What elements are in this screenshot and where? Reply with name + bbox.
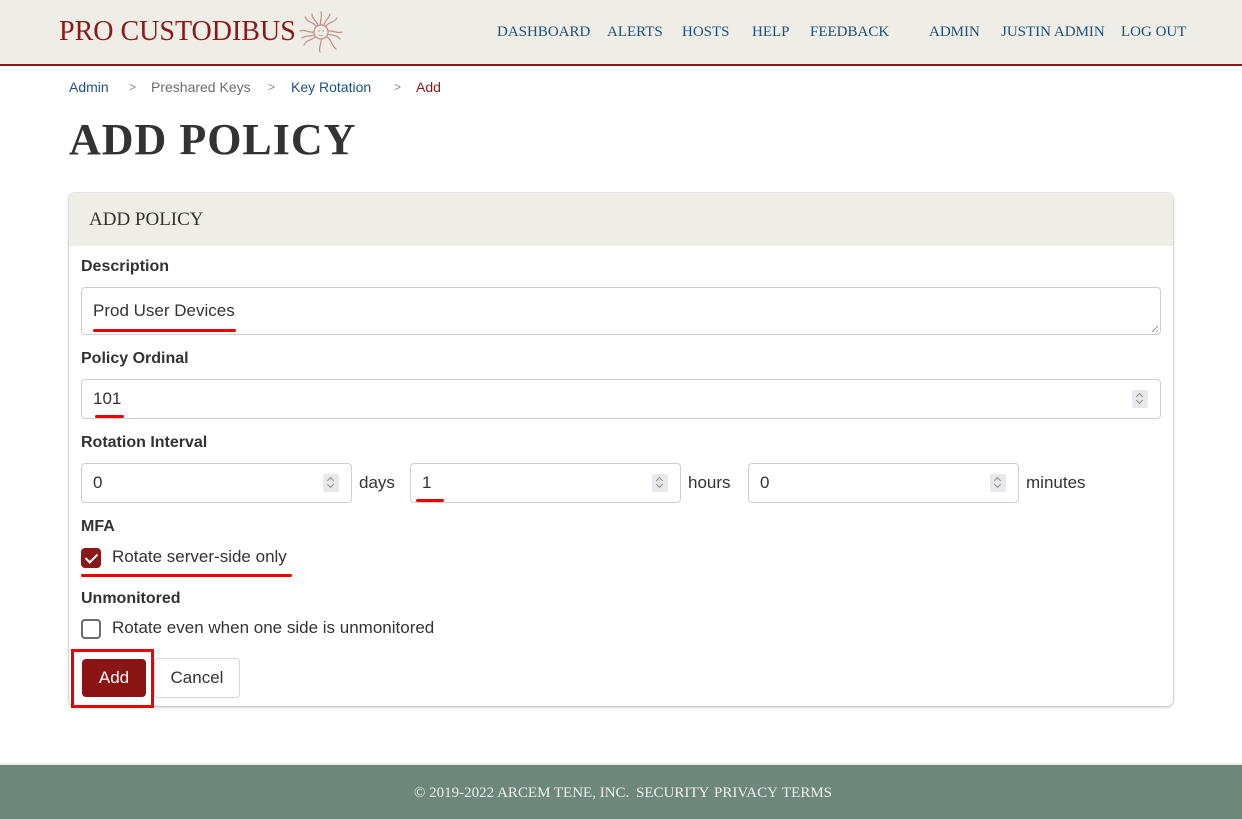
nav-user-profile[interactable]: JUSTIN ADMIN bbox=[1001, 21, 1105, 43]
card-title: ADD POLICY bbox=[89, 209, 204, 230]
days-value: 0 bbox=[93, 473, 103, 492]
footer-link-terms[interactable]: TERMS bbox=[782, 782, 832, 804]
description-value: Prod User Devices bbox=[93, 301, 235, 320]
nav-hosts[interactable]: HOSTS bbox=[682, 21, 730, 43]
policy-ordinal-value: 101 bbox=[93, 389, 122, 408]
breadcrumb-admin[interactable]: Admin bbox=[69, 77, 109, 97]
breadcrumb-preshared-keys: Preshared Keys bbox=[151, 79, 251, 95]
hours-value: 1 bbox=[422, 473, 432, 492]
minutes-value: 0 bbox=[760, 473, 770, 492]
nav-help[interactable]: HELP bbox=[752, 21, 790, 43]
description-label: Description bbox=[81, 258, 170, 275]
footer-link-security[interactable]: SECURITY bbox=[636, 782, 709, 804]
number-spinner[interactable] bbox=[323, 474, 339, 492]
policy-ordinal-label: Policy Ordinal bbox=[81, 350, 189, 367]
nav-feedback[interactable]: FEEDBACK bbox=[810, 21, 889, 43]
hours-input[interactable]: 1 bbox=[410, 463, 681, 503]
top-navbar: PRO CUSTODIBUS DASHBOARD ALERTS HOSTS HE… bbox=[0, 0, 1242, 66]
days-unit-label: days bbox=[359, 473, 395, 492]
breadcrumb-separator: > bbox=[268, 80, 276, 94]
breadcrumb-separator: > bbox=[129, 80, 137, 94]
mfa-checkbox[interactable] bbox=[81, 548, 101, 568]
mfa-label: MFA bbox=[81, 518, 115, 535]
unmonitored-option-label[interactable]: Rotate even when one side is unmonitored bbox=[112, 617, 434, 639]
cancel-button[interactable]: Cancel bbox=[154, 658, 240, 698]
rotation-interval-label: Rotation Interval bbox=[81, 434, 208, 451]
unmonitored-label: Unmonitored bbox=[81, 590, 181, 607]
minutes-input[interactable]: 0 bbox=[748, 463, 1019, 503]
description-textarea[interactable]: Prod User Devices bbox=[81, 287, 1161, 335]
card-header: ADD POLICY bbox=[69, 193, 1173, 246]
annotation-underline bbox=[81, 574, 292, 577]
nav-dashboard[interactable]: DASHBOARD bbox=[497, 21, 590, 43]
annotation-underline bbox=[95, 415, 124, 418]
footer: © 2019-2022 ARCEM TENE, INC. SECURITY PR… bbox=[0, 763, 1242, 819]
nav-logout[interactable]: LOG OUT bbox=[1121, 21, 1186, 43]
nav-alerts[interactable]: ALERTS bbox=[607, 21, 663, 43]
number-spinner[interactable] bbox=[990, 474, 1006, 492]
annotation-underline bbox=[416, 499, 444, 502]
add-button[interactable]: Add bbox=[82, 659, 146, 697]
days-input[interactable]: 0 bbox=[81, 463, 352, 503]
policy-ordinal-input[interactable]: 101 bbox=[81, 379, 1161, 419]
number-spinner[interactable] bbox=[652, 474, 668, 492]
medusa-logo-icon[interactable] bbox=[297, 9, 345, 54]
add-policy-card: ADD POLICY Description Prod User Devices… bbox=[69, 193, 1173, 708]
breadcrumb-key-rotation[interactable]: Key Rotation bbox=[291, 77, 371, 97]
number-spinner[interactable] bbox=[1132, 390, 1148, 408]
annotation-underline bbox=[93, 329, 236, 332]
page-title: ADD POLICY bbox=[69, 115, 357, 164]
footer-link-privacy[interactable]: PRIVACY bbox=[714, 782, 778, 804]
nav-admin[interactable]: ADMIN bbox=[929, 21, 980, 43]
unmonitored-checkbox[interactable] bbox=[81, 619, 101, 639]
breadcrumb-current: Add bbox=[416, 79, 441, 95]
hours-unit-label: hours bbox=[688, 473, 731, 492]
brand-logo-text[interactable]: PRO CUSTODIBUS bbox=[59, 14, 296, 50]
breadcrumb-separator: > bbox=[394, 80, 402, 94]
mfa-option-label[interactable]: Rotate server-side only bbox=[112, 546, 287, 568]
minutes-unit-label: minutes bbox=[1026, 473, 1086, 492]
footer-copyright: © 2019-2022 ARCEM TENE, INC. bbox=[414, 785, 630, 801]
resize-handle[interactable] bbox=[1149, 323, 1158, 332]
